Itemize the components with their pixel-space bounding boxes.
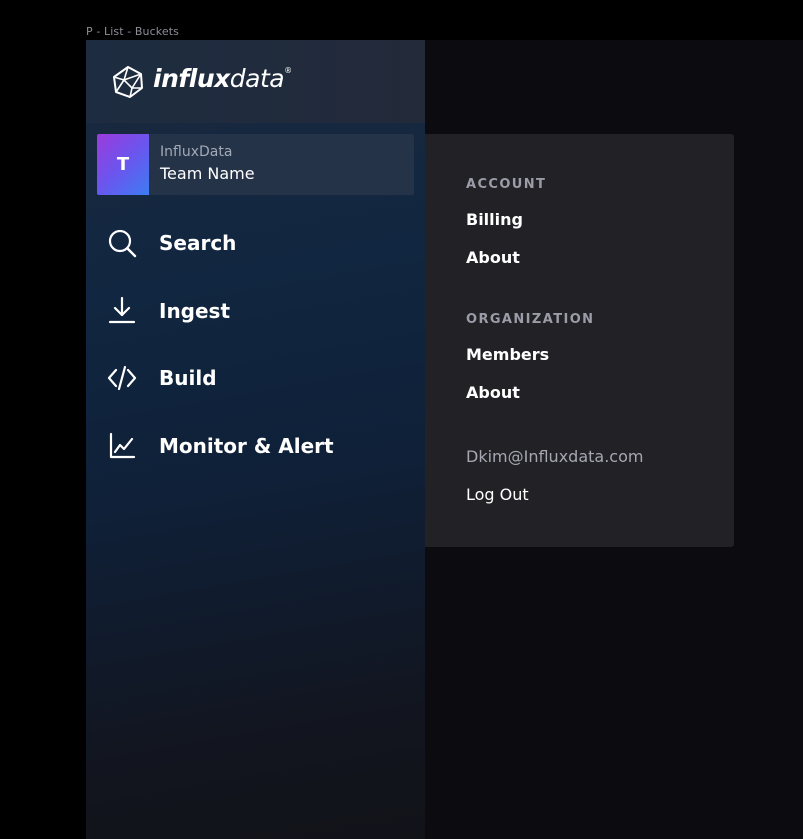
brand-trademark: ® <box>284 66 292 75</box>
team-switcher[interactable]: T InfluxData Team Name <box>97 134 414 195</box>
account-heading: ACCOUNT <box>466 177 547 192</box>
brand-name-light: data <box>229 64 285 93</box>
user-email: Dkim@Influxdata.com <box>466 447 644 466</box>
sidebar: influxdata® T InfluxData Team Name Searc… <box>86 40 425 839</box>
menu-item-account-about[interactable]: About <box>466 248 520 267</box>
account-dropdown-menu: ACCOUNT Billing About ORGANIZATION Membe… <box>425 134 734 547</box>
nav-item-monitor-alert[interactable]: Monitor & Alert <box>86 420 425 470</box>
influx-logo-icon <box>113 66 143 98</box>
menu-item-members[interactable]: Members <box>466 345 549 364</box>
nav-item-search[interactable]: Search <box>86 217 425 267</box>
brand-wordmark: influxdata® <box>153 64 292 93</box>
organization-heading: ORGANIZATION <box>466 312 595 327</box>
avatar: T <box>97 134 149 195</box>
nav-label-ingest: Ingest <box>159 299 231 323</box>
menu-item-org-about[interactable]: About <box>466 383 520 402</box>
nav-item-ingest[interactable]: Ingest <box>86 285 425 335</box>
chart-icon <box>109 432 136 459</box>
brand-header: influxdata® <box>86 40 425 123</box>
logout-button[interactable]: Log Out <box>466 485 529 504</box>
nav-label-build: Build <box>159 366 217 390</box>
team-name: Team Name <box>160 164 255 183</box>
nav-item-build[interactable]: Build <box>86 352 425 402</box>
team-org-name: InfluxData <box>160 144 233 160</box>
download-icon <box>108 296 136 324</box>
code-icon <box>107 365 137 391</box>
nav-label-monitor-alert: Monitor & Alert <box>159 434 334 458</box>
frame-label: P - List - Buckets <box>86 25 179 38</box>
brand-name-bold: influx <box>153 64 230 93</box>
nav-label-search: Search <box>159 231 237 255</box>
menu-item-billing[interactable]: Billing <box>466 210 523 229</box>
search-icon <box>108 229 137 258</box>
